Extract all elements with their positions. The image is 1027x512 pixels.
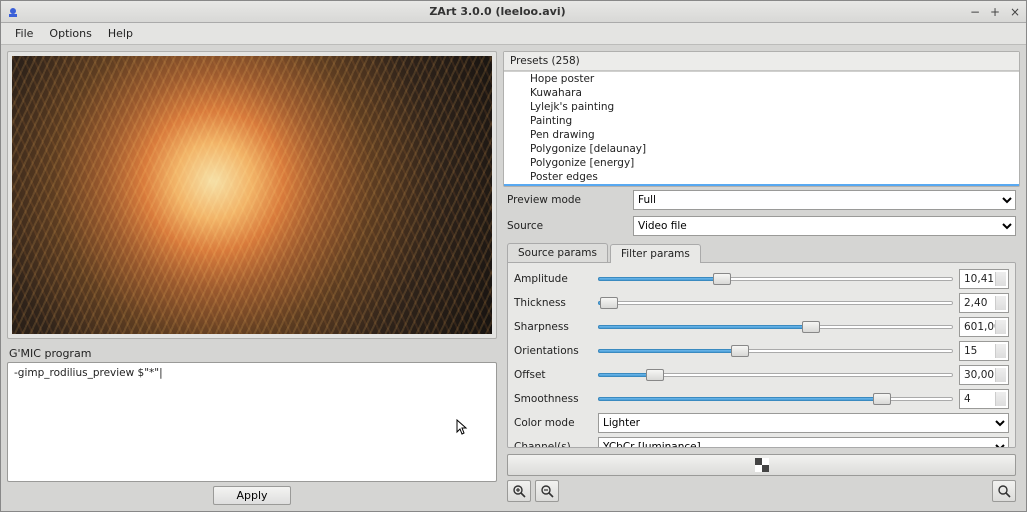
preset-item[interactable]: Polygonize [delaunay] bbox=[504, 142, 1019, 156]
preview-image[interactable] bbox=[12, 56, 492, 334]
menu-options[interactable]: Options bbox=[41, 25, 99, 42]
apply-button[interactable]: Apply bbox=[213, 486, 290, 505]
filter-params-panel: Amplitude 10,41 Thickness 2,40 Sharpness 601,… bbox=[507, 262, 1016, 448]
tabs: Source params Filter params bbox=[503, 243, 1020, 262]
param-spin[interactable]: 4 bbox=[959, 389, 1009, 409]
preset-item[interactable]: Rodilius bbox=[504, 184, 1019, 186]
param-slider[interactable] bbox=[598, 368, 953, 382]
preview-panel bbox=[7, 51, 497, 339]
presets-panel: Presets (258) Hope posterKuwaharaLylejk'… bbox=[503, 51, 1020, 187]
menu-help[interactable]: Help bbox=[100, 25, 141, 42]
param-spin[interactable]: 30,00 bbox=[959, 365, 1009, 385]
preset-item[interactable]: Painting bbox=[504, 114, 1019, 128]
tab-source-params[interactable]: Source params bbox=[507, 243, 608, 262]
gmic-text: -gimp_rodilius_preview $"*"| bbox=[14, 367, 163, 379]
param-spin[interactable]: 10,41 bbox=[959, 269, 1009, 289]
param-spin[interactable]: 15 bbox=[959, 341, 1009, 361]
param-row: Sharpness 601,00 bbox=[512, 315, 1011, 339]
preset-item[interactable]: Hope poster bbox=[504, 72, 1019, 86]
right-column: Presets (258) Hope posterKuwaharaLylejk'… bbox=[503, 51, 1020, 505]
zoom-fit-button[interactable] bbox=[992, 480, 1016, 502]
cursor-icon bbox=[456, 419, 468, 435]
app-icon bbox=[5, 4, 21, 20]
param-slider[interactable] bbox=[598, 296, 953, 310]
param-label: Offset bbox=[514, 369, 592, 381]
param-slider[interactable] bbox=[598, 272, 953, 286]
source-label: Source bbox=[507, 220, 627, 232]
param-row: Offset 30,00 bbox=[512, 363, 1011, 387]
param-spin[interactable]: 601,00 bbox=[959, 317, 1009, 337]
param-slider[interactable] bbox=[598, 392, 953, 406]
param-row: Channel(s) YCbCr [luminance] bbox=[512, 435, 1011, 448]
checker-icon bbox=[755, 458, 769, 472]
content: G'MIC program -gimp_rodilius_preview $"*… bbox=[1, 45, 1026, 511]
preset-item[interactable]: Kuwahara bbox=[504, 86, 1019, 100]
param-row: Amplitude 10,41 bbox=[512, 267, 1011, 291]
action-button[interactable] bbox=[507, 454, 1016, 476]
menu-file[interactable]: File bbox=[7, 25, 41, 42]
preset-item[interactable]: Polygonize [energy] bbox=[504, 156, 1019, 170]
param-label: Orientations bbox=[514, 345, 592, 357]
param-spin[interactable]: 2,40 bbox=[959, 293, 1009, 313]
preview-mode-label: Preview mode bbox=[507, 194, 627, 206]
param-slider[interactable] bbox=[598, 344, 953, 358]
preset-item[interactable]: Poster edges bbox=[504, 170, 1019, 184]
source-select[interactable]: Video file bbox=[633, 216, 1016, 236]
left-column: G'MIC program -gimp_rodilius_preview $"*… bbox=[7, 51, 497, 505]
param-row: Smoothness 4 bbox=[512, 387, 1011, 411]
zoom-row bbox=[503, 480, 1020, 502]
maximize-button[interactable]: + bbox=[988, 5, 1002, 19]
preview-mode-select[interactable]: Full bbox=[633, 190, 1016, 210]
param-label: Smoothness bbox=[514, 393, 592, 405]
titlebar: ZArt 3.0.0 (leeloo.avi) − + × bbox=[1, 1, 1026, 23]
param-label: Sharpness bbox=[514, 321, 592, 333]
channels-select[interactable]: YCbCr [luminance] bbox=[598, 437, 1009, 448]
minimize-button[interactable]: − bbox=[968, 5, 982, 19]
tab-filter-params[interactable]: Filter params bbox=[610, 244, 701, 263]
gmic-label: G'MIC program bbox=[7, 347, 497, 360]
presets-header: Presets (258) bbox=[504, 52, 1019, 71]
param-row: Orientations 15 bbox=[512, 339, 1011, 363]
presets-list[interactable]: Hope posterKuwaharaLylejk's paintingPain… bbox=[504, 71, 1019, 186]
param-label: Amplitude bbox=[514, 273, 592, 285]
app-window: ZArt 3.0.0 (leeloo.avi) − + × File Optio… bbox=[0, 0, 1027, 512]
zoom-in-button[interactable] bbox=[507, 480, 531, 502]
param-row: Color mode Lighter bbox=[512, 411, 1011, 435]
param-slider[interactable] bbox=[598, 320, 953, 334]
param-row: Thickness 2,40 bbox=[512, 291, 1011, 315]
close-button[interactable]: × bbox=[1008, 5, 1022, 19]
color-mode-select[interactable]: Lighter bbox=[598, 413, 1009, 433]
param-label: Thickness bbox=[514, 297, 592, 309]
param-label: Color mode bbox=[514, 417, 592, 429]
menubar: File Options Help bbox=[1, 23, 1026, 45]
window-title: ZArt 3.0.0 (leeloo.avi) bbox=[27, 5, 968, 18]
zoom-out-button[interactable] bbox=[535, 480, 559, 502]
gmic-section: G'MIC program -gimp_rodilius_preview $"*… bbox=[7, 347, 497, 505]
preset-item[interactable]: Pen drawing bbox=[504, 128, 1019, 142]
gmic-textarea[interactable]: -gimp_rodilius_preview $"*"| bbox=[7, 362, 497, 482]
preset-item[interactable]: Lylejk's painting bbox=[504, 100, 1019, 114]
param-label: Channel(s) bbox=[514, 441, 592, 448]
